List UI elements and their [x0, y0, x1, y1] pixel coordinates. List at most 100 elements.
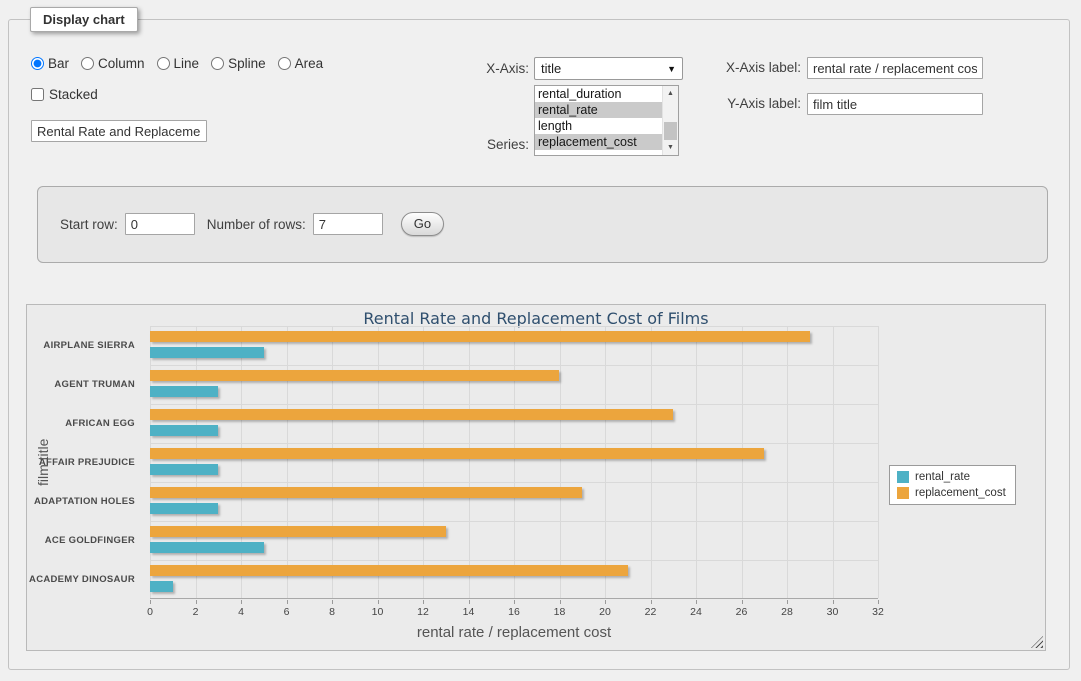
series-option-rental_duration[interactable]: rental_duration: [535, 86, 662, 102]
replacement_cost-bar[interactable]: [150, 526, 446, 537]
category-axis-labels: AIRPLANE SIERRAAGENT TRUMANAFRICAN EGGAF…: [27, 326, 144, 599]
radio-area[interactable]: [278, 57, 291, 70]
x-tick-mark: [423, 600, 424, 604]
x-tick-label: 8: [312, 606, 352, 618]
chart-type-option-column[interactable]: Column: [81, 56, 145, 71]
x-tick-mark: [833, 600, 834, 604]
number-of-rows-input[interactable]: [313, 213, 383, 235]
x-axis-select[interactable]: title ▼: [534, 57, 683, 80]
replacement_cost-bar[interactable]: [150, 487, 582, 498]
x-axis-select-value: title: [541, 61, 561, 76]
rental_rate-bar[interactable]: [150, 464, 218, 475]
legend-item-rental_rate[interactable]: rental_rate: [897, 471, 1006, 483]
chart-type-option-area[interactable]: Area: [278, 56, 324, 71]
legend-item-replacement_cost[interactable]: replacement_cost: [897, 487, 1006, 499]
go-button[interactable]: Go: [401, 212, 444, 236]
stacked-checkbox[interactable]: [31, 88, 44, 101]
bar-group: [150, 365, 878, 404]
x-tick-label: 16: [494, 606, 534, 618]
x-tick-mark: [651, 600, 652, 604]
series-option-replacement_cost[interactable]: replacement_cost: [535, 134, 662, 150]
x-tick-label: 24: [676, 606, 716, 618]
series-listbox-label: Series:: [409, 137, 529, 152]
series-option-rental_rate[interactable]: rental_rate: [535, 102, 662, 118]
bar-group: [150, 482, 878, 521]
y-axis-label-field-label: Y-Axis label:: [694, 96, 801, 111]
legend-label: replacement_cost: [915, 487, 1006, 499]
x-tick-mark: [560, 600, 561, 604]
category-label: AFFAIR PREJUDICE: [27, 443, 144, 482]
x-axis-select-label: X-Axis:: [409, 61, 529, 76]
row-controls-panel: Start row: Number of rows: Go: [37, 186, 1048, 263]
x-tick-label: 20: [585, 606, 625, 618]
chart-type-option-bar[interactable]: Bar: [31, 56, 69, 71]
x-axis-label-input[interactable]: [807, 57, 983, 79]
x-tick-mark: [469, 600, 470, 604]
series-scrollbar[interactable]: ▲ ▼: [662, 86, 678, 155]
series-options: rental_durationrental_ratelengthreplacem…: [535, 86, 662, 155]
bar-group: [150, 326, 878, 365]
category-label: AGENT TRUMAN: [27, 365, 144, 404]
radio-label: Spline: [228, 56, 266, 71]
series-option-length[interactable]: length: [535, 118, 662, 134]
legend-label: rental_rate: [915, 471, 970, 483]
category-label: ADAPTATION HOLES: [27, 482, 144, 521]
series-listbox[interactable]: rental_durationrental_ratelengthreplacem…: [534, 85, 679, 156]
panel-legend: Display chart: [30, 7, 138, 32]
display-chart-panel: Display chart BarColumnLineSplineArea St…: [8, 19, 1070, 670]
category-label: AFRICAN EGG: [27, 404, 144, 443]
category-label: ACE GOLDFINGER: [27, 521, 144, 560]
x-tick-label: 18: [540, 606, 580, 618]
scroll-down-icon[interactable]: ▼: [663, 140, 678, 155]
radio-bar[interactable]: [31, 57, 44, 70]
x-tick-mark: [878, 600, 879, 604]
x-tick-label: 0: [130, 606, 170, 618]
x-tick-mark: [332, 600, 333, 604]
category-label: AIRPLANE SIERRA: [27, 326, 144, 365]
rental_rate-bar[interactable]: [150, 386, 218, 397]
x-tick-mark: [378, 600, 379, 604]
bar-group: [150, 521, 878, 560]
radio-label: Column: [98, 56, 145, 71]
gridline-v: [878, 326, 879, 598]
x-tick-mark: [150, 600, 151, 604]
rental_rate-bar[interactable]: [150, 581, 173, 592]
x-tick-mark: [787, 600, 788, 604]
x-tick-mark: [605, 600, 606, 604]
x-tick-mark: [742, 600, 743, 604]
stacked-checkbox-row[interactable]: Stacked: [31, 87, 98, 102]
rental_rate-bar[interactable]: [150, 347, 264, 358]
x-tick-label: 10: [358, 606, 398, 618]
x-tick-mark: [196, 600, 197, 604]
replacement_cost-bar[interactable]: [150, 409, 673, 420]
replacement_cost-bar[interactable]: [150, 370, 559, 381]
resize-handle-icon[interactable]: [1031, 636, 1043, 648]
x-tick-label: 32: [858, 606, 898, 618]
rental_rate-bar[interactable]: [150, 503, 218, 514]
chart-legend: rental_rate replacement_cost: [889, 465, 1016, 505]
radio-spline[interactable]: [211, 57, 224, 70]
x-tick-mark: [696, 600, 697, 604]
replacement_cost-bar[interactable]: [150, 448, 764, 459]
radio-column[interactable]: [81, 57, 94, 70]
x-axis-title: rental rate / replacement cost: [150, 624, 878, 641]
bar-group: [150, 404, 878, 443]
rental_rate-bar[interactable]: [150, 425, 218, 436]
scroll-up-icon[interactable]: ▲: [663, 86, 678, 101]
x-tick-label: 14: [449, 606, 489, 618]
y-axis-label-input[interactable]: [807, 93, 983, 115]
chart-title-input[interactable]: [31, 120, 207, 142]
chart-type-radio-group: Bar Column Line Spline Area: [31, 56, 323, 71]
chart-type-option-spline[interactable]: Spline: [211, 56, 266, 71]
replacement_cost-bar[interactable]: [150, 565, 628, 576]
radio-label: Area: [295, 56, 324, 71]
start-row-input[interactable]: [125, 213, 195, 235]
replacement_cost-bar[interactable]: [150, 331, 810, 342]
scrollbar-thumb[interactable]: [664, 122, 677, 140]
x-tick-label: 22: [631, 606, 671, 618]
chart-type-option-line[interactable]: Line: [157, 56, 200, 71]
x-tick-label: 12: [403, 606, 443, 618]
bar-group: [150, 560, 878, 599]
rental_rate-bar[interactable]: [150, 542, 264, 553]
radio-line[interactable]: [157, 57, 170, 70]
